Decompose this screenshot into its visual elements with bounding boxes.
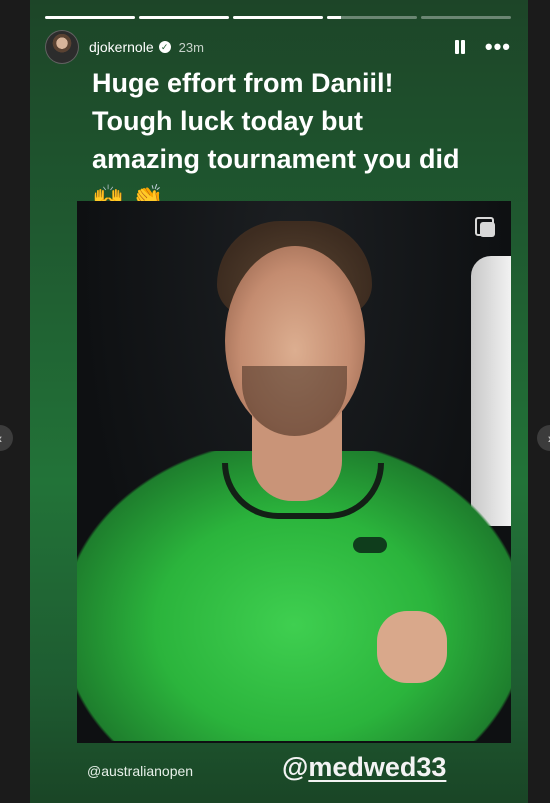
story-caption: Huge effort from Daniil! Tough luck toda… xyxy=(92,64,528,218)
shirt-logo xyxy=(353,537,387,553)
multiple-images-icon xyxy=(475,217,495,237)
avatar[interactable] xyxy=(45,30,79,64)
post-time: 23m xyxy=(178,39,204,55)
progress-segment xyxy=(45,16,135,19)
mention-handle: medwed33 xyxy=(308,752,447,782)
progress-segment xyxy=(139,16,229,19)
more-options-icon[interactable]: ••• xyxy=(485,36,511,58)
story-viewer: djokernole ✓ 23m ••• Huge effort from Da… xyxy=(30,0,528,803)
mention-at: @ xyxy=(282,752,309,782)
caption-line: amazing tournament you did xyxy=(92,144,460,174)
story-photo[interactable] xyxy=(77,201,511,743)
username[interactable]: djokernole xyxy=(89,39,154,55)
chevron-left-icon: ‹ xyxy=(0,430,2,446)
next-story-button[interactable]: › xyxy=(537,425,550,451)
player-fist xyxy=(377,611,447,683)
source-tag[interactable]: @australianopen xyxy=(87,763,193,779)
story-controls: ••• xyxy=(453,36,511,58)
story-header: djokernole ✓ 23m ••• xyxy=(45,30,511,64)
progress-segment xyxy=(327,16,417,19)
mention-tag[interactable]: @medwed33 xyxy=(282,752,446,783)
verified-badge-icon: ✓ xyxy=(158,41,171,53)
story-progress-bar xyxy=(45,16,511,19)
caption-line: Huge effort from Daniil! xyxy=(92,68,394,98)
pause-icon[interactable] xyxy=(453,39,467,55)
progress-segment xyxy=(233,16,323,19)
progress-segment xyxy=(421,16,511,19)
caption-line: Tough luck today but xyxy=(92,106,363,136)
previous-story-button[interactable]: ‹ xyxy=(0,425,13,451)
